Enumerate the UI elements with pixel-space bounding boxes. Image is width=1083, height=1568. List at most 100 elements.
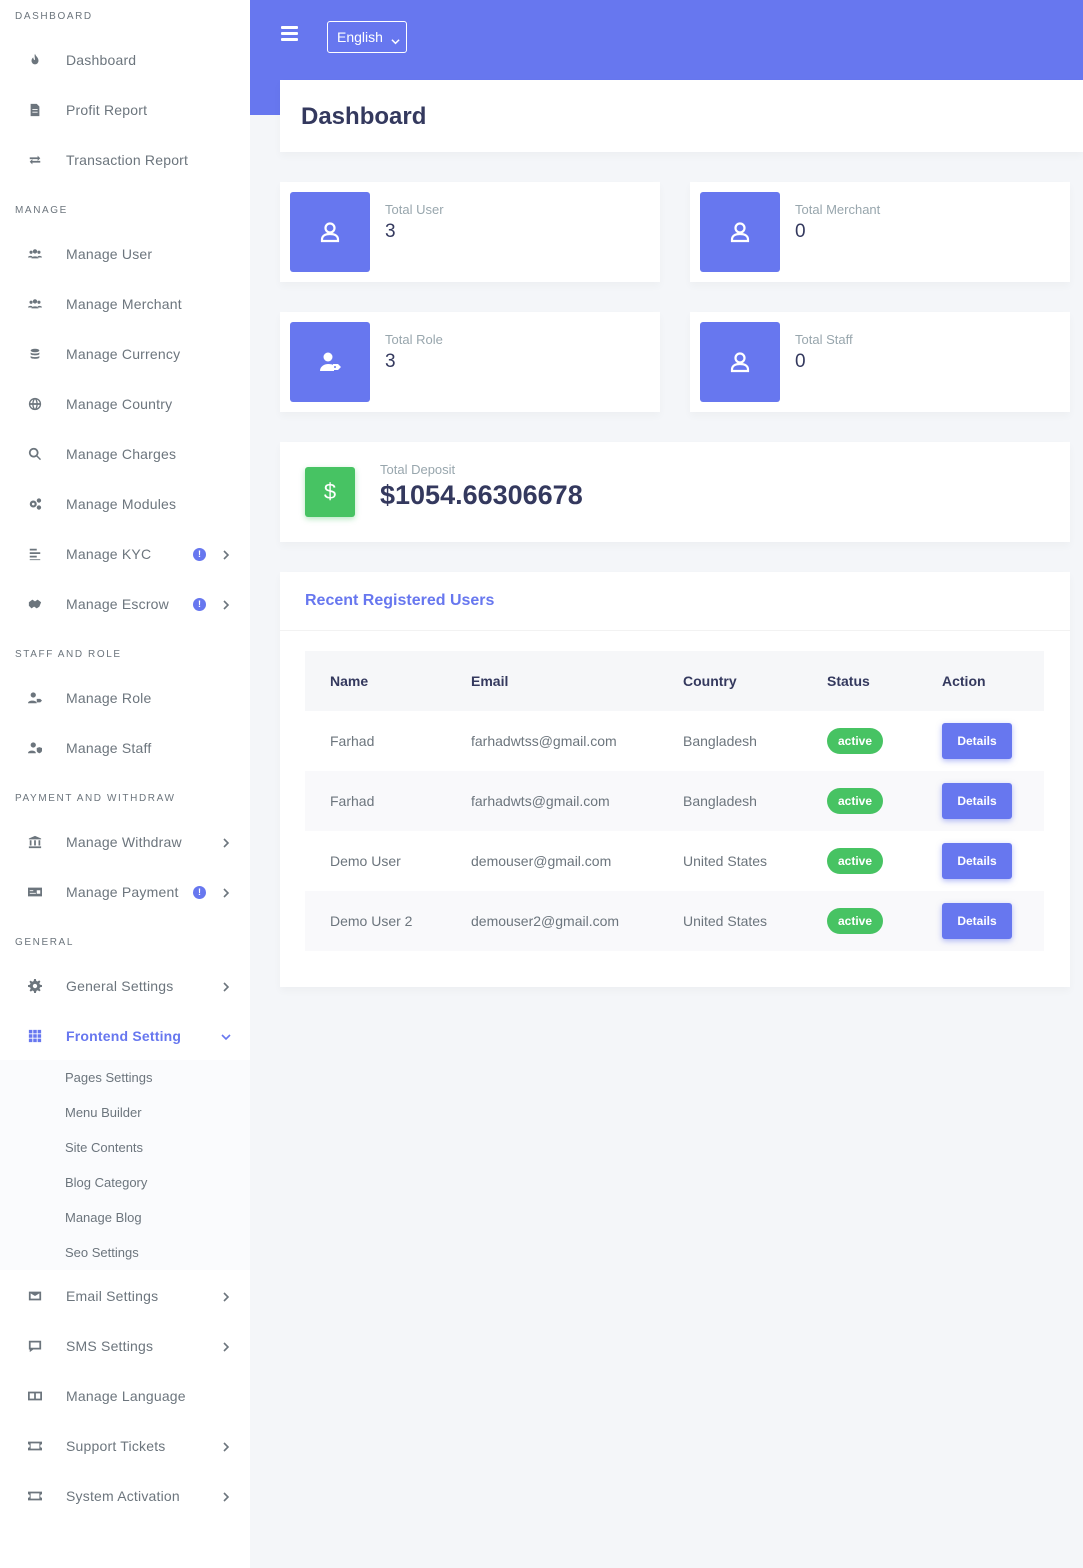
status-badge: active [827,788,884,814]
sidebar-item-label: Manage Payment [66,884,179,900]
file-invoice-icon [26,101,44,119]
submenu-pages-settings[interactable]: Pages Settings [65,1070,152,1085]
grid-icon [26,1027,44,1045]
align-left-icon [26,545,44,563]
sidebar-item-label: Manage Role [66,690,152,706]
cell-name: Farhad [330,793,375,809]
sidebar-item-manage-staff[interactable]: Manage Staff [0,723,250,773]
sidebar-item-email-settings[interactable]: Email Settings [0,1271,250,1321]
sidebar-item-manage-user[interactable]: Manage User [0,229,250,279]
user-tag-icon [26,689,44,707]
exchange-icon [26,151,44,169]
stat-card-total-role: Total Role 3 [280,312,660,412]
sidebar-item-label: Frontend Setting [66,1028,182,1044]
submenu-menu-builder[interactable]: Menu Builder [65,1105,142,1120]
submenu-seo-settings[interactable]: Seo Settings [65,1245,139,1260]
alert-badge: ! [193,547,206,561]
ticket-icon [26,1437,44,1455]
stat-label: Total Merchant [795,202,881,217]
sidebar-item-label: System Activation [66,1488,180,1504]
sidebar-item-transaction-report[interactable]: Transaction Report [0,135,250,185]
page-title: Dashboard [301,103,427,130]
cell-email: demouser2@gmail.com [471,913,620,929]
sidebar-item-profit-report[interactable]: Profit Report [0,85,250,135]
details-button[interactable]: Details [942,843,1012,879]
table-row: Farhad farhadwtss@gmail.com Bangladesh a… [305,711,1044,771]
sidebar-item-manage-merchant[interactable]: Manage Merchant [0,279,250,329]
sidebar-item-frontend-setting[interactable]: Frontend Setting [0,1011,250,1061]
table-row: Farhad farhadwts@gmail.com Bangladesh ac… [305,771,1044,831]
bank-icon [26,833,44,851]
column-header-email: Email [471,673,509,689]
sidebar-item-manage-charges[interactable]: Manage Charges [0,429,250,479]
stat-label: Total Staff [795,332,853,347]
submenu-site-contents[interactable]: Site Contents [65,1140,143,1155]
sidebar-item-label: Dashboard [66,52,137,68]
sidebar-item-manage-language[interactable]: Manage Language [0,1371,250,1421]
details-button[interactable]: Details [942,903,1012,939]
ticket-icon [26,1487,44,1505]
globe-icon [26,395,44,413]
dollar-icon: $ [305,467,355,517]
language-select[interactable]: English [327,21,407,53]
cell-country: Bangladesh [683,733,757,749]
chevron-down-icon [391,33,400,45]
sidebar-item-label: General Settings [66,978,174,994]
table-row: Demo User demouser@gmail.com United Stat… [305,831,1044,891]
menu-toggle-icon[interactable] [281,26,298,41]
sidebar-item-label: Manage Withdraw [66,834,182,850]
stat-value: $1054.66306678 [380,480,583,510]
recent-users-card: Recent Registered Users Name Email Count… [280,572,1070,987]
chevron-right-icon [220,886,232,898]
cogs-icon [26,495,44,513]
sidebar-item-sms-settings[interactable]: SMS Settings [0,1321,250,1371]
sidebar-item-support-tickets[interactable]: Support Tickets [0,1421,250,1471]
sidebar-item-system-activation[interactable]: System Activation [0,1471,250,1521]
sidebar-item-manage-modules[interactable]: Manage Modules [0,479,250,529]
sidebar-item-manage-currency[interactable]: Manage Currency [0,329,250,379]
column-header-name: Name [330,673,369,689]
cell-email: farhadwtss@gmail.com [471,733,617,749]
chevron-right-icon [220,836,232,848]
section-title-manage: MANAGE [15,205,68,216]
cell-country: United States [683,853,768,869]
stat-value: 0 [795,221,806,242]
cell-name: Demo User [330,853,401,869]
details-button[interactable]: Details [942,783,1012,819]
sidebar-item-label: Manage Language [66,1388,186,1404]
chevron-down-icon [220,1030,232,1042]
language-select-value: English [337,29,383,45]
sidebar-item-label: Manage Staff [66,740,152,756]
details-button[interactable]: Details [942,723,1012,759]
users-icon [26,295,44,313]
sidebar-item-dashboard[interactable]: Dashboard [0,35,250,85]
sidebar-item-manage-country[interactable]: Manage Country [0,379,250,429]
submenu-manage-blog[interactable]: Manage Blog [65,1210,142,1225]
stat-label: Total Deposit [380,462,456,477]
sidebar-item-manage-payment[interactable]: Manage Payment ! [0,867,250,917]
cell-action: Details [942,711,1012,771]
column-header-country: Country [683,673,737,689]
stat-value: 3 [385,351,396,372]
sidebar-item-manage-role[interactable]: Manage Role [0,673,250,723]
cell-email: farhadwts@gmail.com [471,793,610,809]
money-check-icon [26,883,44,901]
cell-action: Details [942,831,1012,891]
handshake-icon [26,595,44,613]
sidebar-item-manage-withdraw[interactable]: Manage Withdraw [0,817,250,867]
card-title: Recent Registered Users [305,592,495,609]
section-title-staff-role: STAFF AND ROLE [15,649,122,660]
comment-icon [26,1337,44,1355]
submenu-blog-category[interactable]: Blog Category [65,1175,147,1190]
search-dollar-icon [26,445,44,463]
chevron-right-icon [220,1440,232,1452]
stat-card-total-staff: Total Staff 0 [690,312,1070,412]
column-header-action: Action [942,673,986,689]
sidebar: DASHBOARD Dashboard Profit Report Transa… [0,0,250,1568]
cell-country: Bangladesh [683,793,757,809]
sidebar-item-manage-escrow[interactable]: Manage Escrow ! [0,579,250,629]
sidebar-item-general-settings[interactable]: General Settings [0,961,250,1011]
sidebar-item-label: Support Tickets [66,1438,166,1454]
sidebar-item-manage-kyc[interactable]: Manage KYC ! [0,529,250,579]
language-icon [26,1387,44,1405]
